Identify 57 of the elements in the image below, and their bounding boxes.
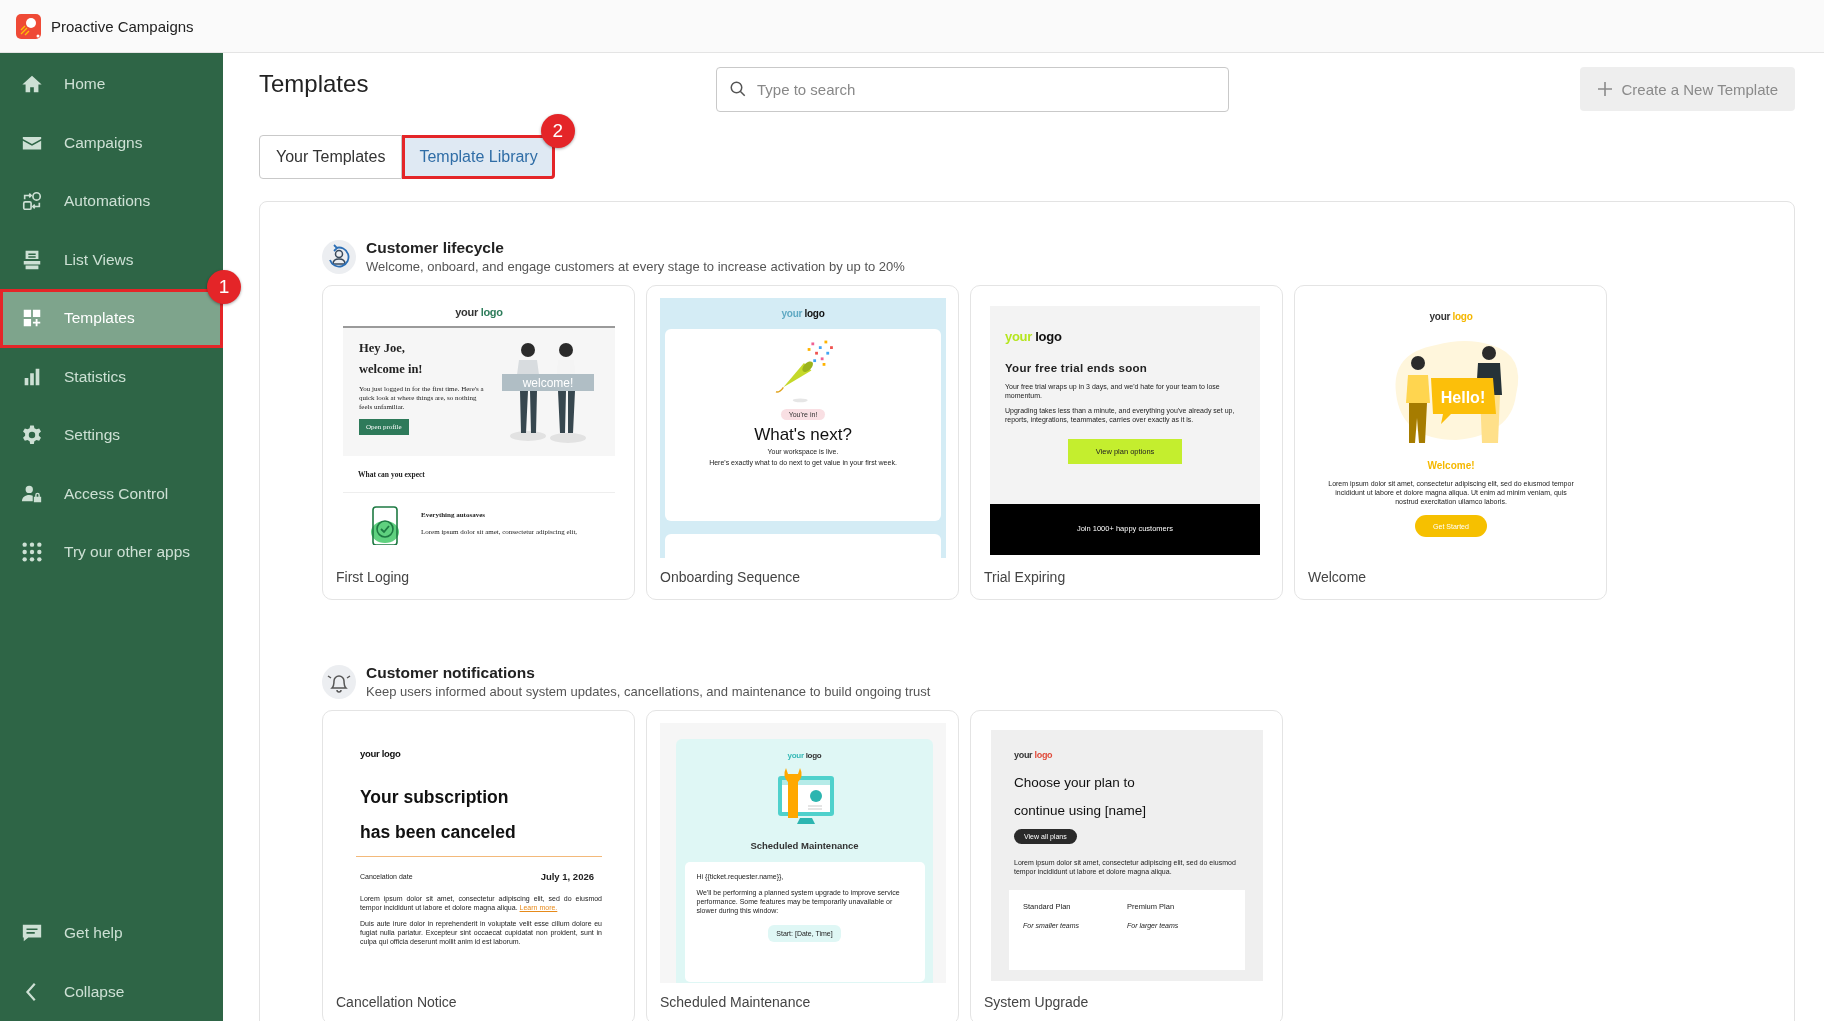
email-heading: Scheduled Maintenance — [750, 839, 859, 852]
template-name: Scheduled Maintenance — [660, 993, 812, 1012]
list-icon — [21, 248, 43, 271]
app-name: Proactive Campaigns — [51, 17, 194, 35]
app-logo-icon — [16, 13, 41, 39]
phone-check-icon — [371, 505, 399, 545]
search-field[interactable]: Type to search — [716, 67, 1229, 112]
settings-icon — [21, 424, 43, 447]
apps-grid-icon — [21, 541, 43, 564]
date-value: July 1, 2026 — [540, 871, 594, 882]
step-badge: 1 — [207, 270, 241, 304]
sidebar-item[interactable]: Home — [0, 55, 223, 114]
template-name: Welcome — [1308, 568, 1368, 587]
section-subtitle: Keep users informed about system updates, cancellations, and maintenance to build ongoing trust — [366, 683, 931, 701]
logo-text: your logo — [1005, 328, 1063, 346]
sidebar-item[interactable]: Settings — [0, 406, 223, 465]
user-cycle-icon — [322, 240, 356, 274]
email-heading: has been canceled — [360, 821, 517, 844]
sidebar-item[interactable]: Campaigns — [0, 113, 223, 172]
logo-text: your logo — [780, 307, 826, 321]
email-heading: continue using [name] — [1014, 802, 1148, 820]
template-name: First Loging — [336, 568, 411, 587]
bell-icon — [322, 665, 356, 699]
template-name: System Upgrade — [984, 993, 1090, 1012]
logo-text: your logo — [1013, 749, 1054, 761]
logo-text: your logo — [360, 747, 402, 761]
section-title: Customer notifications — [366, 663, 536, 683]
step-badge: 2 — [540, 114, 575, 148]
logo-text: your logo — [454, 305, 504, 320]
sidebar-item[interactable]: Statistics — [0, 347, 223, 406]
section-subtitle: Welcome, onboard, and engage customers at every stage to increase activation by up to 20% — [366, 258, 905, 276]
logo-text: your logo — [1429, 310, 1473, 324]
email-heading: What's next? — [754, 424, 852, 446]
tab[interactable]: Your Templates — [259, 135, 403, 179]
template-name: Trial Expiring — [984, 568, 1067, 587]
section-title: Customer lifecycle — [366, 238, 505, 258]
sidebar-item[interactable]: Collapse — [0, 962, 223, 1021]
email-heading: Your subscription — [360, 786, 510, 809]
sidebar-item[interactable]: Try our other apps — [0, 523, 223, 582]
template-card[interactable] — [970, 285, 1283, 600]
email-heading: Your free trial ends soon — [1005, 361, 1149, 376]
sidebar-item[interactable]: Access Control — [0, 464, 223, 523]
email-heading: Hey Joe, — [359, 340, 406, 357]
bubble-text: Hello! — [1440, 389, 1486, 406]
automation-icon — [21, 190, 43, 213]
email-heading: Choose your plan to — [1014, 774, 1136, 792]
page-title: Templates — [259, 69, 370, 99]
sidebar-item[interactable]: Get help — [0, 904, 223, 963]
sign-text: welcome! — [522, 376, 574, 390]
template-name: Onboarding Sequence — [660, 568, 802, 587]
search-icon — [729, 80, 747, 98]
sidebar-item[interactable]: Automations — [0, 172, 223, 231]
email-heading: Welcome! — [1427, 459, 1475, 473]
email-heading: welcome in! — [359, 361, 424, 378]
logo-text: your logo — [787, 751, 822, 761]
plus-icon — [1596, 81, 1613, 97]
template-name: Cancellation Notice — [336, 993, 458, 1012]
